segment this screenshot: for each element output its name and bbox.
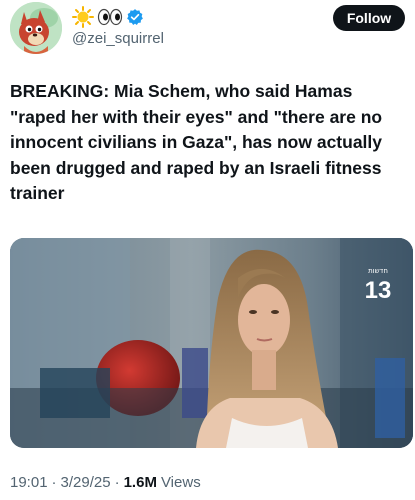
tweet-text: BREAKING: Mia Schem, who said Hamas "rap…: [10, 81, 387, 203]
tweet-time[interactable]: 19:01: [10, 474, 48, 491]
user-handle[interactable]: @zei_squirrel: [72, 30, 164, 47]
display-name[interactable]: [72, 6, 144, 28]
meta-separator: ·: [114, 474, 120, 491]
sun-emoji-icon: [72, 6, 94, 28]
tweet-media-image[interactable]: חדשות 13: [10, 238, 413, 448]
views-label: Views: [160, 474, 201, 491]
views-count: 1.6M: [123, 474, 157, 491]
follow-button[interactable]: Follow: [333, 5, 405, 31]
channel-logo-text: חדשות: [368, 267, 388, 275]
avatar[interactable]: [10, 2, 62, 54]
squirrel-avatar-icon: [10, 2, 62, 54]
video-frame-image: חדשות 13: [10, 238, 413, 448]
verified-badge-icon: [127, 9, 143, 25]
meta-separator: ·: [51, 474, 57, 491]
channel-logo-number: 13: [365, 277, 392, 304]
tweet-meta: 19:01 · 3/29/25 · 1.6M Views: [10, 474, 201, 491]
eyes-emoji-icon: [97, 8, 123, 26]
tweet-date[interactable]: 3/29/25: [61, 474, 111, 491]
